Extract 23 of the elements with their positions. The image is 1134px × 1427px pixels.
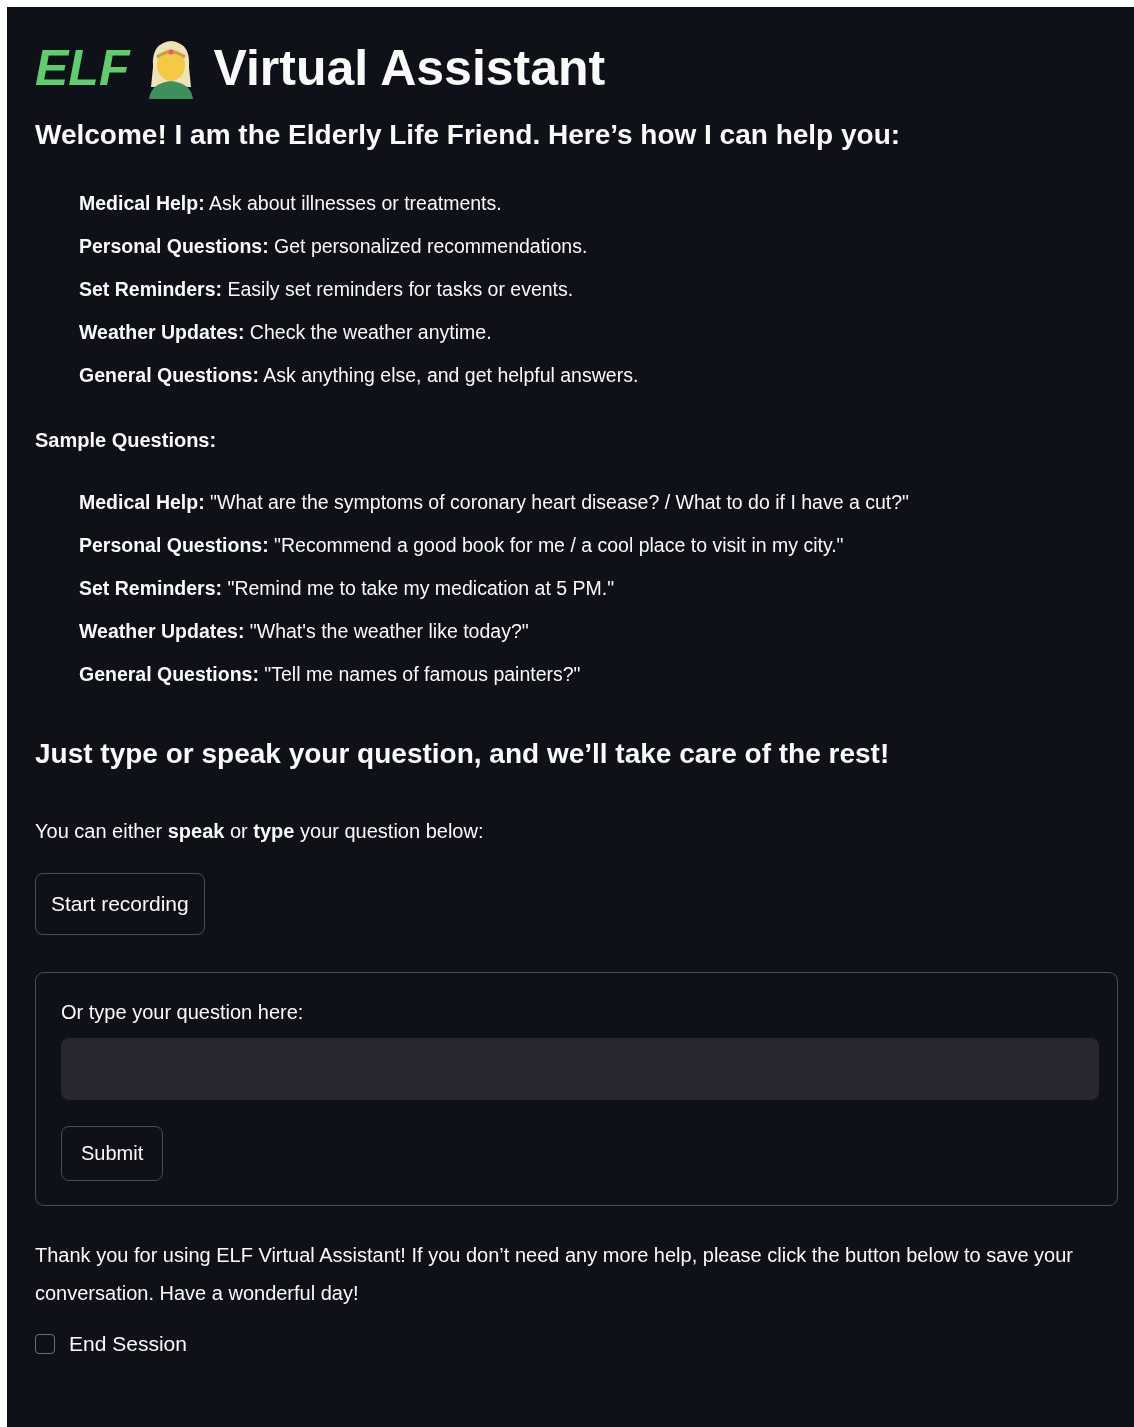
list-item: Set Reminders: "Remind me to take my medication at 5 PM." [79,576,616,600]
list-item: Medical Help: Ask about illnesses or treatments. [79,191,503,215]
section-heading: Sample Questions: [35,429,218,452]
instruction-text: You can either speak or type your question below: [35,820,485,843]
submit-button[interactable]: Submit [61,1126,164,1181]
field-label: Or type your question here: [61,1001,304,1024]
brand-name: ELF [35,39,130,97]
list-item: General Questions: "Tell me names of famous painters?" [79,662,582,686]
record-button[interactable]: Start recording [35,873,205,935]
list-item: Personal Questions: "Recommend a good book for me / a cool place to visit in my city." [79,533,845,557]
list-item: Set Reminders: Easily set reminders for tasks or events. [79,277,575,301]
app-title: Virtual Assistant [213,39,606,97]
list-item: General Questions: Ask anything else, and get helpful answers. [79,363,640,387]
list-item: Medical Help: "What are the symptoms of coronary heart disease? / What to do if I have a cut?" [79,490,910,514]
checkbox-label: End Session [69,1332,187,1356]
welcome-heading: Welcome! I am the Elderly Life Friend. Here’s how I can help you: [35,119,902,151]
list-item: Personal Questions: Get personalized recommendations. [79,234,589,258]
subheading: Just type or speak your question, and we’ll take care of the rest! [35,738,891,770]
question-field[interactable] [61,1038,1099,1100]
list-item: Weather Updates: Check the weather anytime. [79,320,493,344]
checkbox[interactable] [35,1334,55,1354]
closing-text: Thank you for using ELF Virtual Assistant! If you don’t need any more help, please click the button below to save your conversation. Have a wonderful day! [35,1243,1074,1306]
list-item: Weather Updates: "What's the weather like today?" [79,619,530,643]
